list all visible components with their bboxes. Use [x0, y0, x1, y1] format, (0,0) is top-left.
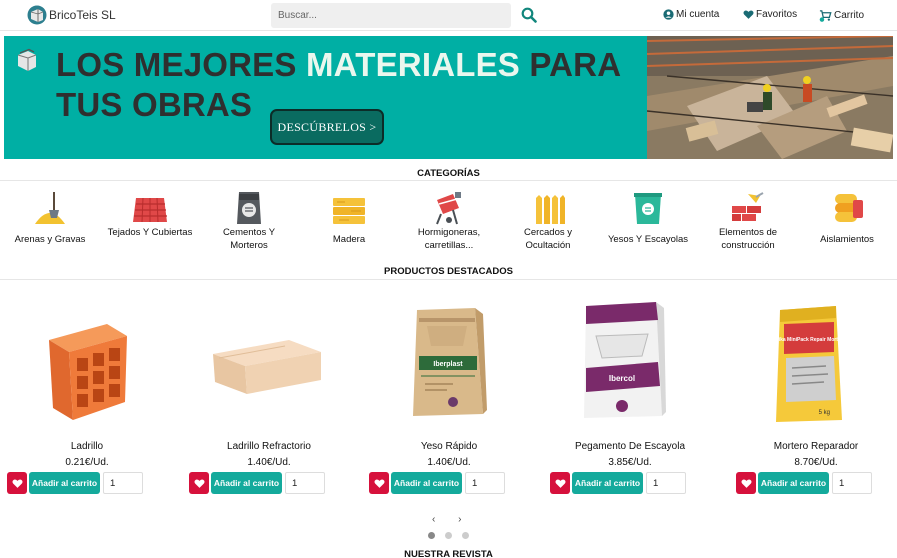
- svg-text:Iberplast: Iberplast: [433, 361, 463, 368]
- quantity-input[interactable]: [285, 472, 325, 494]
- quantity-input[interactable]: [465, 472, 505, 494]
- cart-link[interactable]: Carrito: [819, 9, 864, 22]
- add-to-cart-button[interactable]: Añadir al carrito: [758, 472, 829, 494]
- heart-icon: [554, 478, 566, 488]
- category-elementos-construccion[interactable]: Elementos de construcción: [703, 190, 793, 251]
- cart-icon: [819, 10, 832, 22]
- heart-icon: [193, 478, 205, 488]
- product-price: 3.85€/Ud.: [608, 457, 652, 468]
- product-card: Ladrillo Refractorio 1.40€/Ud. Añadir al…: [189, 296, 349, 496]
- category-cementos-morteros[interactable]: Cementos Y Morteros: [204, 190, 294, 251]
- add-to-cart-button[interactable]: Añadir al carrito: [391, 472, 462, 494]
- category-tejados-cubiertas[interactable]: Tejados Y Cubiertas: [105, 190, 195, 238]
- hero-title-highlight: MATERIALES: [305, 46, 521, 83]
- heart-icon: [743, 10, 754, 19]
- favorite-button[interactable]: [736, 472, 756, 494]
- bricks-trowel-icon: [732, 192, 764, 221]
- category-madera[interactable]: Madera: [304, 190, 394, 245]
- hero-construction-photo: [647, 36, 893, 159]
- plaster-bucket-icon: [634, 193, 662, 224]
- featured-products-title: PRODUCTOS DESTACADOS: [384, 266, 513, 277]
- product-image-brick[interactable]: [7, 296, 167, 428]
- brand-logo-icon[interactable]: [27, 5, 47, 25]
- quantity-input[interactable]: [646, 472, 686, 494]
- product-name[interactable]: Yeso Rápido: [369, 441, 529, 452]
- insulation-rolls-icon: [835, 194, 863, 222]
- brand-name[interactable]: BricoTeis SL: [49, 8, 116, 22]
- search-icon[interactable]: [521, 7, 537, 23]
- category-hormigoneras[interactable]: Hormigoneras, carretillas...: [404, 190, 494, 251]
- product-image-plaster-bag[interactable]: Iberplast: [369, 296, 529, 428]
- account-label: Mi cuenta: [676, 9, 720, 20]
- product-name[interactable]: Mortero Reparador: [736, 441, 896, 452]
- carousel-dot[interactable]: [428, 532, 435, 539]
- wood-planks-icon: [333, 198, 365, 224]
- favorites-label: Favoritos: [756, 9, 798, 20]
- discover-button[interactable]: DESCÚBRELOS >: [270, 109, 384, 145]
- heart-icon: [373, 478, 385, 488]
- product-price: 0.21€/Ud.: [65, 457, 109, 468]
- product-card: Iberplast Yeso Rápido 1.40€/Ud. Añadir a…: [369, 296, 529, 496]
- categories-title: CATEGORÍAS: [417, 168, 480, 179]
- site-header: BricoTeis SL Mi cuenta Favoritos Carrito: [0, 0, 897, 31]
- quantity-input[interactable]: [832, 472, 872, 494]
- product-card: Ladrillo 0.21€/Ud. Añadir al carrito: [7, 296, 167, 496]
- divider: [0, 180, 897, 181]
- cement-bag-icon: [237, 192, 261, 224]
- carousel-prev-button[interactable]: ‹: [432, 514, 435, 525]
- search-input[interactable]: [271, 3, 511, 28]
- fence-icon: [536, 195, 565, 224]
- concrete-mixer-icon: [436, 192, 461, 225]
- sand-shovel-icon: [35, 192, 65, 224]
- product-card: Sika MiniPack Repair Mortar 5 kg Mortero…: [736, 296, 896, 496]
- product-image-repair-mortar[interactable]: Sika MiniPack Repair Mortar 5 kg: [736, 296, 896, 428]
- svg-text:5 kg: 5 kg: [819, 410, 830, 416]
- roof-tiles-icon: [133, 197, 167, 223]
- account-link[interactable]: Mi cuenta: [663, 9, 719, 20]
- divider: [0, 279, 897, 280]
- favorite-button[interactable]: [7, 472, 27, 494]
- magazine-title: NUESTRA REVISTA: [404, 549, 493, 558]
- product-price: 1.40€/Ud.: [247, 457, 291, 468]
- quantity-input[interactable]: [103, 472, 143, 494]
- product-image-ibercol-bag[interactable]: Ibercol: [550, 296, 710, 428]
- carousel-dot[interactable]: [445, 532, 452, 539]
- user-icon: [663, 9, 674, 20]
- category-cercados-ocultacion[interactable]: Cercados y Ocultación: [503, 190, 593, 251]
- add-to-cart-button[interactable]: Añadir al carrito: [572, 472, 643, 494]
- svg-text:Sika MiniPack Repair Mortar: Sika MiniPack Repair Mortar: [775, 337, 842, 343]
- product-name[interactable]: Pegamento De Escayola: [550, 441, 710, 452]
- product-price: 1.40€/Ud.: [427, 457, 471, 468]
- favorites-link[interactable]: Favoritos: [743, 9, 797, 20]
- category-aislamientos[interactable]: Aislamientos: [802, 190, 892, 245]
- product-card: Ibercol Pegamento De Escayola 3.85€/Ud. …: [550, 296, 710, 496]
- hero-banner: LOS MEJORES MATERIALES PARA TUS OBRAS DE…: [4, 36, 893, 159]
- favorite-button[interactable]: [550, 472, 570, 494]
- favorite-button[interactable]: [369, 472, 389, 494]
- carousel-arrows: ‹ ›: [432, 514, 461, 525]
- carousel-dot[interactable]: [462, 532, 469, 539]
- product-name[interactable]: Ladrillo: [7, 441, 167, 452]
- heart-icon: [11, 478, 23, 488]
- add-to-cart-button[interactable]: Añadir al carrito: [211, 472, 282, 494]
- product-price: 8.70€/Ud.: [794, 457, 838, 468]
- category-arenas-gravas[interactable]: Arenas y Gravas: [5, 190, 95, 245]
- cart-label: Carrito: [834, 10, 865, 21]
- add-to-cart-button[interactable]: Añadir al carrito: [29, 472, 100, 494]
- brand-logo-icon: [17, 48, 37, 71]
- svg-text:Ibercol: Ibercol: [609, 374, 635, 383]
- heart-icon: [740, 478, 752, 488]
- product-name[interactable]: Ladrillo Refractorio: [189, 441, 349, 452]
- carousel-next-button[interactable]: ›: [458, 514, 461, 525]
- product-image-refractory-brick[interactable]: [189, 296, 349, 428]
- favorite-button[interactable]: [189, 472, 209, 494]
- category-yesos-escayolas[interactable]: Yesos Y Escayolas: [603, 190, 693, 245]
